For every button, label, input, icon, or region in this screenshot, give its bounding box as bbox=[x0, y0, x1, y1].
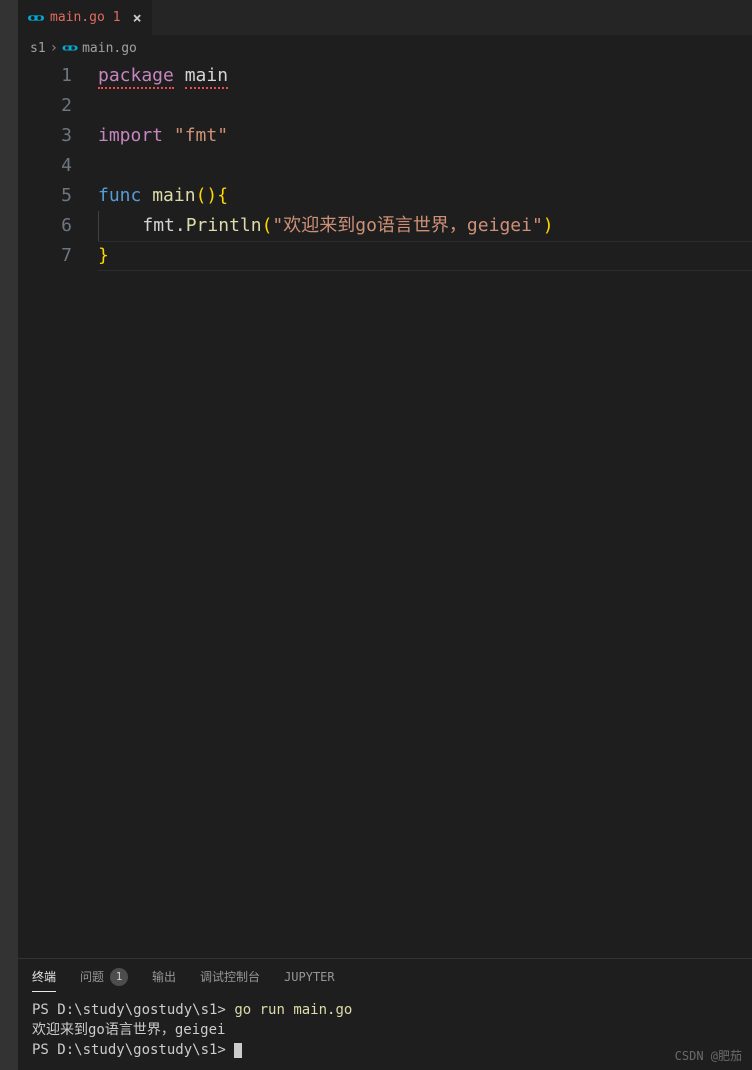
token-keyword: package bbox=[98, 65, 174, 89]
terminal-command: go run main.go bbox=[234, 1002, 352, 1018]
chevron-right-icon: › bbox=[50, 40, 58, 56]
code-line[interactable]: import "fmt" bbox=[98, 121, 752, 151]
token-keyword: import bbox=[98, 125, 163, 146]
go-file-icon bbox=[62, 42, 78, 54]
tab-terminal[interactable]: 终端 bbox=[32, 962, 56, 992]
token-brace: } bbox=[98, 245, 109, 266]
breadcrumb-folder[interactable]: s1 bbox=[30, 41, 46, 56]
code-line[interactable]: package main bbox=[98, 61, 752, 91]
cursor-icon bbox=[234, 1043, 242, 1058]
panel-tab-label: 终端 bbox=[32, 968, 56, 985]
watermark: CSDN @肥茄 bbox=[675, 1047, 742, 1064]
minimap[interactable] bbox=[746, 61, 752, 958]
editor-tab-main-go[interactable]: main.go 1 × bbox=[18, 0, 153, 35]
code-line[interactable]: } bbox=[98, 241, 752, 271]
code-line[interactable]: fmt.Println("欢迎来到go语言世界，geigei") bbox=[98, 211, 752, 241]
line-number: 6 bbox=[18, 211, 72, 241]
breadcrumb-file[interactable]: main.go bbox=[82, 41, 137, 56]
token-string: "fmt" bbox=[174, 125, 228, 146]
tab-output[interactable]: 输出 bbox=[152, 962, 176, 991]
token-dot: . bbox=[175, 215, 186, 236]
activity-bar bbox=[0, 0, 18, 1070]
code-editor[interactable]: 1 2 3 4 5 6 7 package main import "fmt" … bbox=[18, 61, 752, 958]
token-brace: { bbox=[217, 185, 228, 206]
token-keyword: func bbox=[98, 185, 141, 206]
token-paren: ( bbox=[262, 215, 273, 236]
line-number: 4 bbox=[18, 151, 72, 181]
terminal-line: PS D:\study\gostudy\s1> go run main.go bbox=[32, 1000, 738, 1020]
code-line[interactable] bbox=[98, 151, 752, 181]
line-number: 7 bbox=[18, 241, 72, 271]
line-number: 2 bbox=[18, 91, 72, 121]
token-identifier: main bbox=[185, 65, 228, 89]
close-icon[interactable]: × bbox=[133, 9, 142, 27]
main-area: main.go 1 × s1 › main.go 1 2 3 4 5 6 7 p… bbox=[18, 0, 752, 1070]
panel-tab-label: 调试控制台 bbox=[200, 968, 260, 985]
line-number: 3 bbox=[18, 121, 72, 151]
breadcrumb[interactable]: s1 › main.go bbox=[18, 35, 752, 61]
terminal-line: PS D:\study\gostudy\s1> bbox=[32, 1040, 738, 1060]
tab-problems[interactable]: 问题 1 bbox=[80, 962, 128, 992]
panel-tab-label: JUPYTER bbox=[284, 970, 335, 984]
panel-tab-bar: 终端 问题 1 输出 调试控制台 JUPYTER bbox=[18, 959, 752, 994]
panel-tab-label: 问题 bbox=[80, 968, 104, 985]
token-string: "欢迎来到go语言世界，geigei" bbox=[272, 215, 542, 236]
code-content[interactable]: package main import "fmt" func main(){ f… bbox=[98, 61, 752, 958]
tab-jupyter[interactable]: JUPYTER bbox=[284, 964, 335, 990]
bottom-panel: 终端 问题 1 输出 调试控制台 JUPYTER PS D:\study\gost… bbox=[18, 958, 752, 1070]
code-line[interactable] bbox=[98, 91, 752, 121]
line-number: 5 bbox=[18, 181, 72, 211]
token-package: fmt bbox=[142, 215, 175, 236]
token-paren: ) bbox=[543, 215, 554, 236]
line-number-gutter: 1 2 3 4 5 6 7 bbox=[18, 61, 98, 958]
panel-tab-label: 输出 bbox=[152, 968, 176, 985]
tab-bar: main.go 1 × bbox=[18, 0, 752, 35]
terminal-prompt: PS D:\study\gostudy\s1> bbox=[32, 1002, 226, 1018]
terminal-prompt: PS D:\study\gostudy\s1> bbox=[32, 1042, 226, 1058]
line-number: 1 bbox=[18, 61, 72, 91]
token-funcname: Println bbox=[186, 215, 262, 236]
token-paren: () bbox=[196, 185, 218, 206]
terminal-content[interactable]: PS D:\study\gostudy\s1> go run main.go 欢… bbox=[18, 994, 752, 1070]
tab-filename: main.go bbox=[50, 10, 105, 25]
code-line[interactable]: func main(){ bbox=[98, 181, 752, 211]
tab-modified-badge: 1 bbox=[113, 10, 121, 25]
terminal-line: 欢迎来到go语言世界，geigei bbox=[32, 1020, 738, 1040]
tab-debug-console[interactable]: 调试控制台 bbox=[200, 962, 260, 991]
token-funcname: main bbox=[152, 185, 195, 206]
problems-count-badge: 1 bbox=[110, 968, 128, 986]
go-file-icon bbox=[28, 12, 44, 24]
